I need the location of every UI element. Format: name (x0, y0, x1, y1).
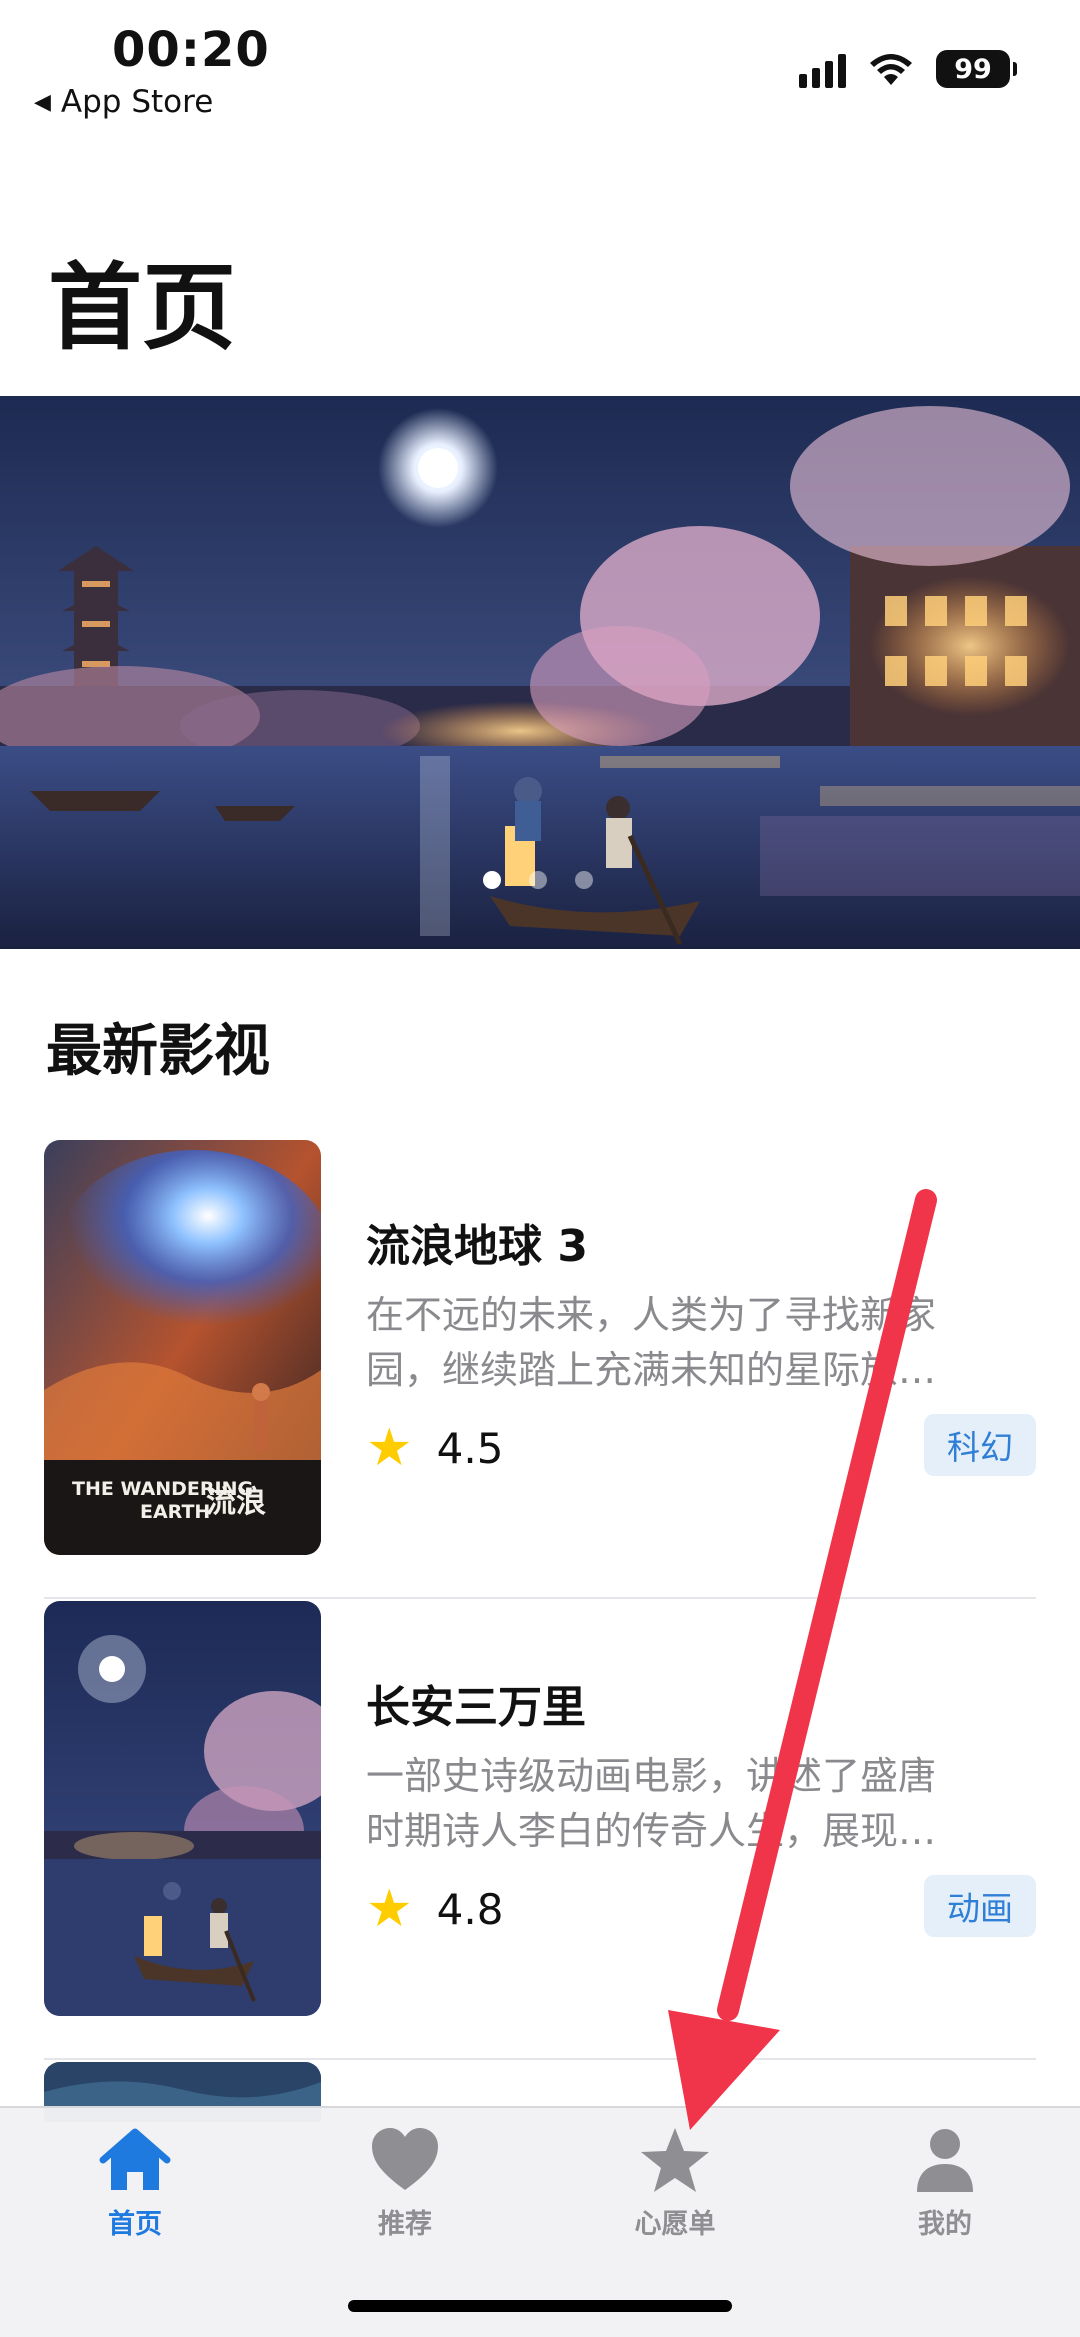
tab-label: 推荐 (378, 2209, 432, 2240)
page-title: 首页 (48, 254, 237, 363)
carousel-dot-1[interactable] (483, 871, 501, 889)
movie-list-item[interactable]: THE WANDERING EARTH 流浪 流浪地球 3 在不远的未来，人类为… (44, 1140, 1036, 1600)
status-indicators: 99 (799, 50, 1017, 88)
tab-wishlist[interactable]: 心愿单 (575, 2126, 775, 2241)
movie-title: 流浪地球 3 (366, 1221, 588, 1272)
wifi-icon (868, 51, 914, 87)
app-screen: 00:20 ◀ App Store 99 首页 最新影视 THE WANDERI… (0, 0, 1080, 2337)
genre-tag[interactable]: 科幻 (924, 1414, 1036, 1476)
battery-icon: 99 (936, 50, 1017, 88)
carousel-pagination[interactable] (0, 871, 1078, 889)
person-icon (917, 2129, 973, 2192)
tab-label: 我的 (918, 2209, 972, 2240)
tab-label: 首页 (108, 2209, 162, 2240)
svg-text:EARTH: EARTH (140, 1501, 210, 1523)
star-icon: ★ (366, 1879, 413, 1939)
status-time: 00:20 (112, 22, 270, 78)
movie-rating: ★ 4.5 (366, 1422, 503, 1474)
tab-recommend[interactable]: 推荐 (305, 2126, 505, 2241)
cellular-signal-icon (799, 50, 846, 88)
back-triangle-icon: ◀ (34, 89, 51, 115)
movie-poster[interactable]: THE WANDERING EARTH 流浪 (44, 1140, 321, 1555)
banner-carousel[interactable] (0, 396, 1080, 949)
home-indicator (348, 2300, 732, 2312)
tab-label: 心愿单 (634, 2209, 716, 2240)
carousel-dot-3[interactable] (575, 871, 593, 889)
movie-list-item[interactable]: 长安三万里 一部史诗级动画电影，讲述了盛唐 时期诗人李白的传奇人生，展现… ★ … (44, 1601, 1036, 2061)
movie-description: 一部史诗级动画电影，讲述了盛唐 时期诗人李白的传奇人生，展现… (366, 1754, 937, 1853)
carousel-dot-2[interactable] (529, 871, 547, 889)
rating-value: 4.5 (436, 1423, 504, 1473)
divider (44, 2058, 1036, 2060)
movie-title: 长安三万里 (366, 1682, 586, 1733)
movie-description: 在不远的未来，人类为了寻找新家 园，继续踏上充满未知的星际旅… (366, 1293, 937, 1392)
banner-image (0, 396, 1080, 949)
divider (44, 1597, 1036, 1599)
movie-poster[interactable] (44, 1601, 321, 2016)
star-icon: ★ (366, 1418, 413, 1478)
status-bar: 00:20 ◀ App Store 99 (0, 0, 1080, 130)
house-icon (99, 2128, 171, 2190)
tab-home[interactable]: 首页 (35, 2126, 235, 2241)
back-app-label: App Store (60, 84, 214, 120)
movie-rating: ★ 4.8 (366, 1883, 503, 1935)
rating-value: 4.8 (436, 1884, 504, 1934)
heart-icon (372, 2128, 438, 2190)
back-to-app-store-button[interactable]: ◀ App Store (34, 84, 213, 120)
tab-profile[interactable]: 我的 (845, 2126, 1045, 2241)
poster-chinese-title: 流浪 (206, 1485, 266, 1520)
genre-tag[interactable]: 动画 (924, 1875, 1036, 1937)
star-icon (641, 2128, 709, 2192)
section-title-latest: 最新影视 (46, 1019, 270, 1084)
